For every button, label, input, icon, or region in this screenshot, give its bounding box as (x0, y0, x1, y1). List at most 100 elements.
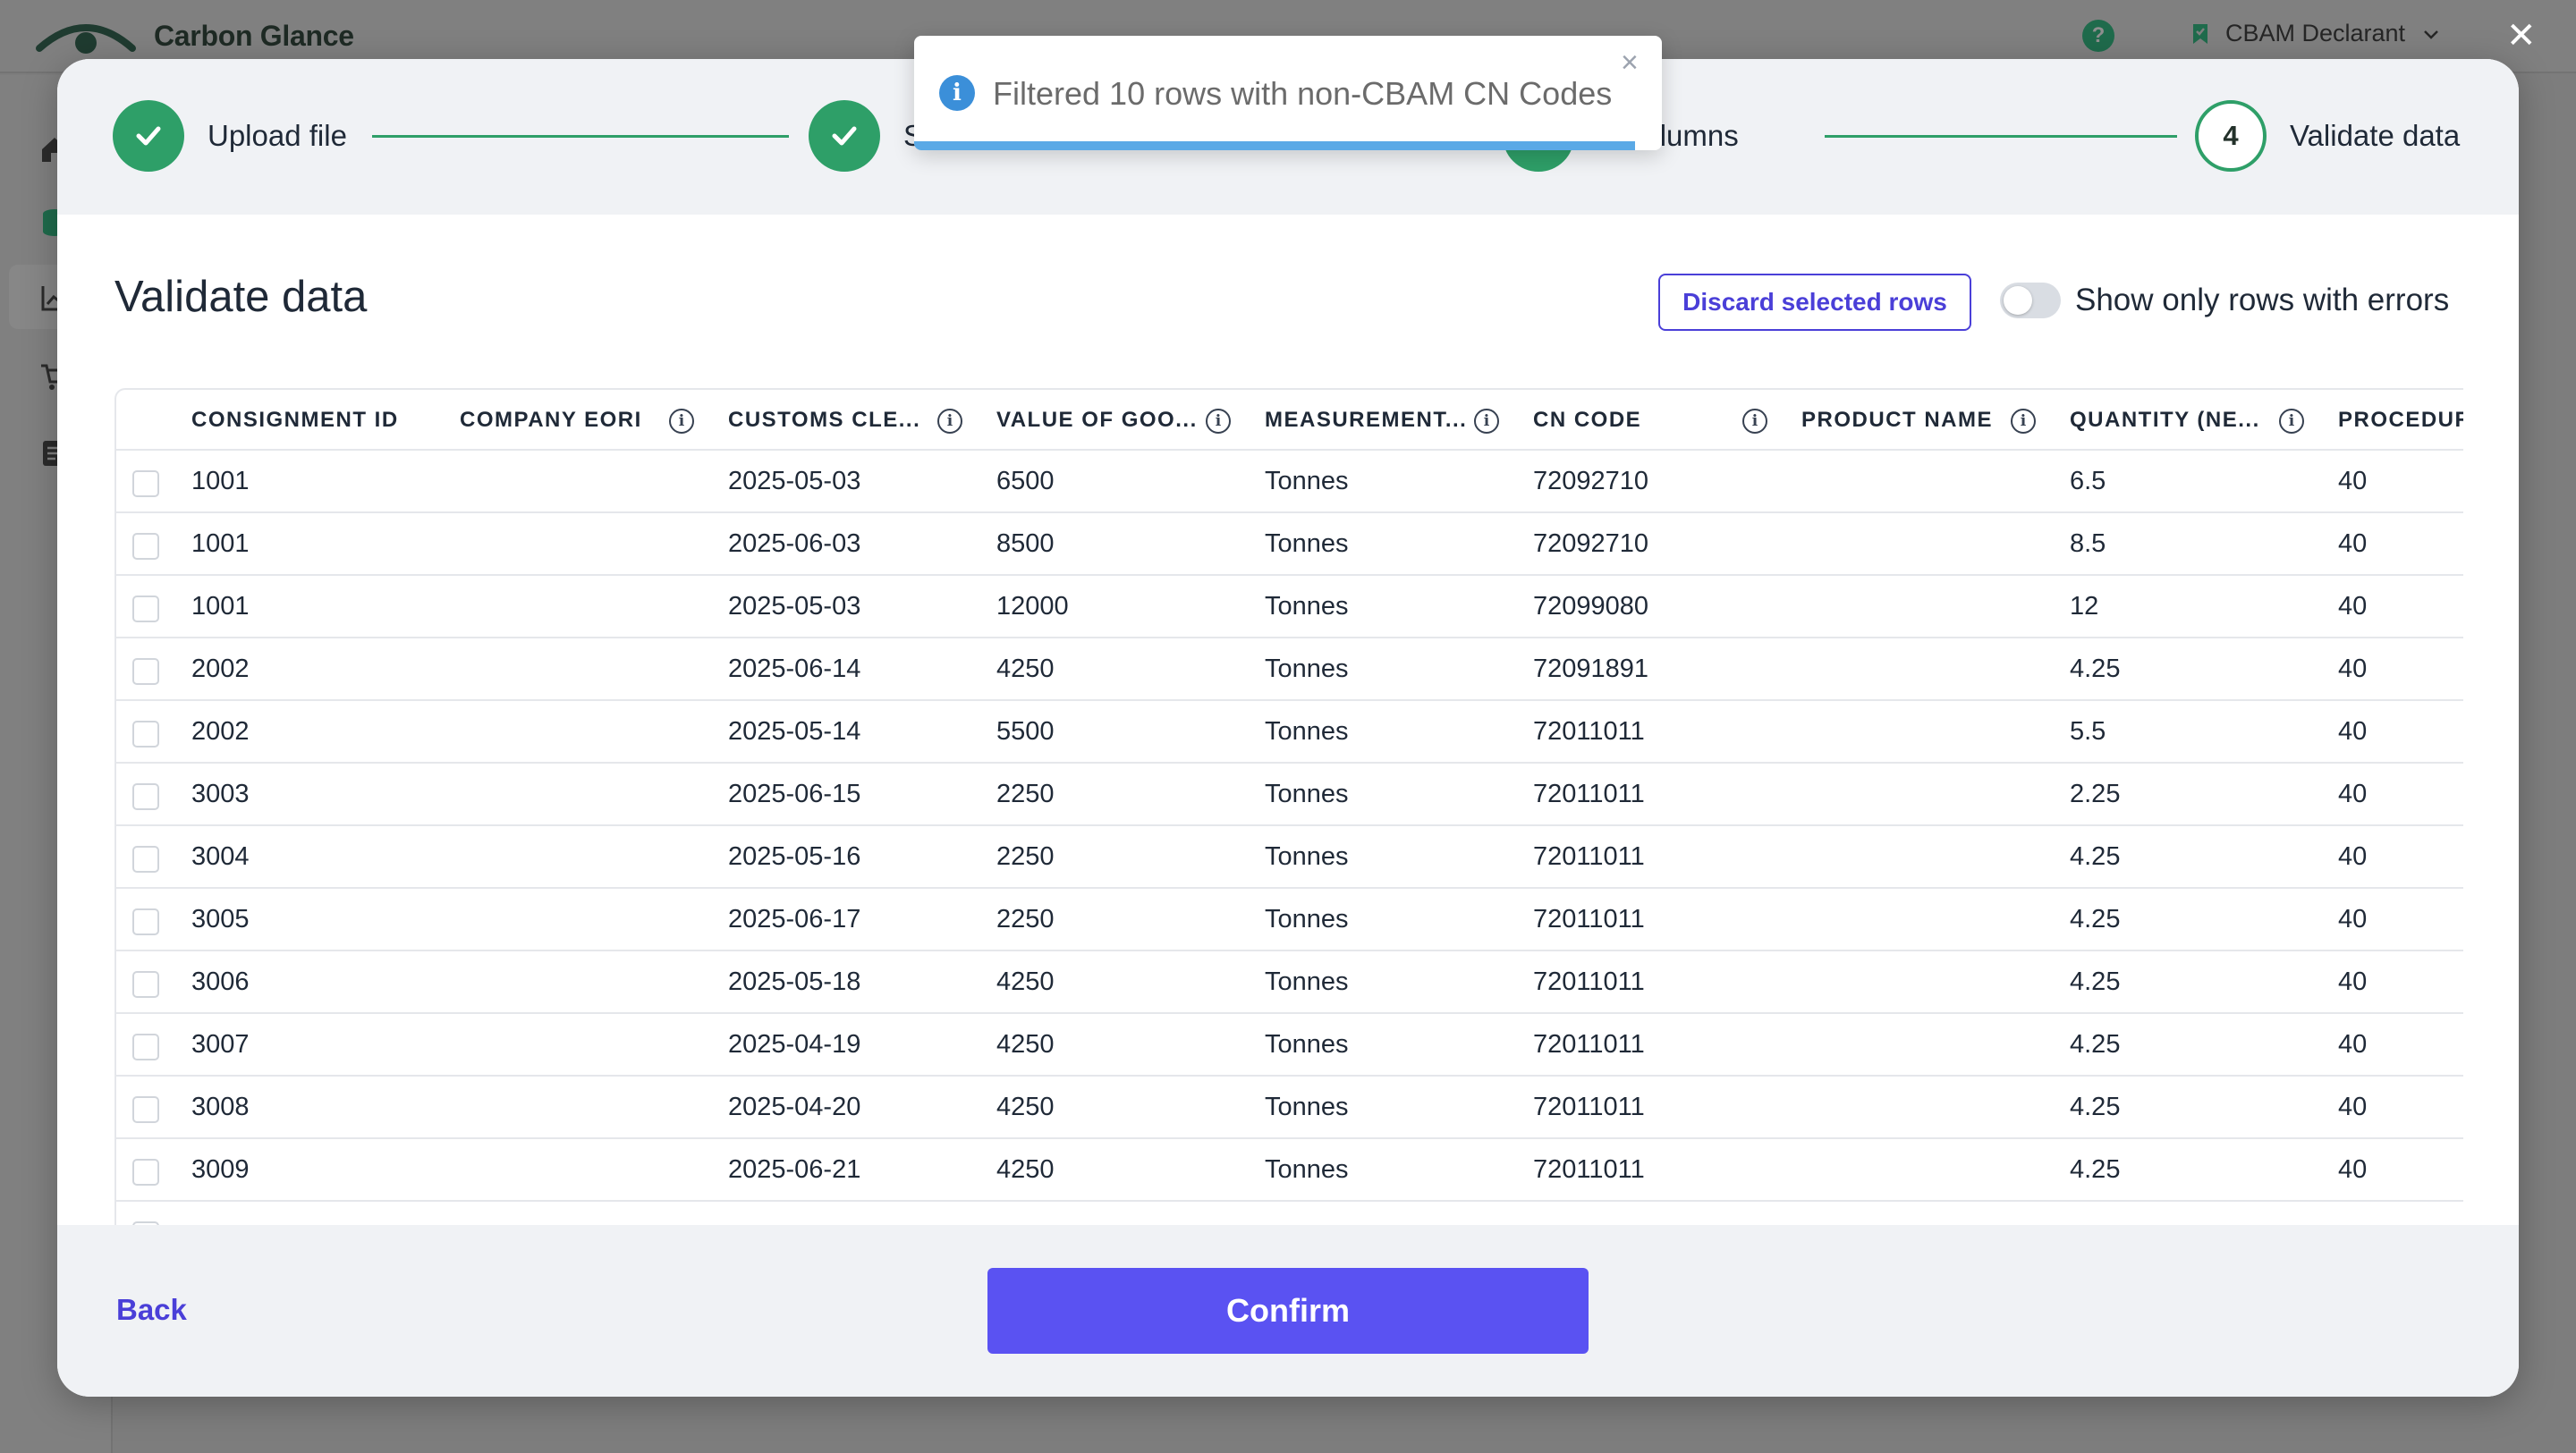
column-header-customs-clearance[interactable]: CUSTOMS CLE... (728, 390, 920, 451)
cell-quantity: 4.25 (2070, 967, 2121, 996)
cell-customs-clearance: 2025-06-17 (728, 904, 861, 933)
eye-logo-icon (36, 24, 136, 54)
info-icon[interactable]: i (669, 409, 694, 434)
column-header-measurement[interactable]: MEASUREMENT... (1265, 390, 1467, 451)
table-row: 3008 2025-04-20 4250 Tonnes 72011011 4.25 40 (116, 1077, 2463, 1139)
row-checkbox[interactable] (132, 470, 159, 497)
cell-consignment-id: 1001 (191, 466, 250, 495)
column-header-product-name[interactable]: PRODUCT NAME (1801, 390, 1993, 451)
close-icon[interactable]: ✕ (2506, 16, 2537, 55)
column-header-quantity[interactable]: QUANTITY (NE... (2070, 390, 2260, 451)
cell-value-of-goods: 5500 (996, 716, 1055, 746)
table-row: 2002 2025-05-14 5500 Tonnes 72011011 5.5 40 (116, 701, 2463, 764)
role-label: CBAM Declarant (2225, 20, 2406, 46)
row-checkbox[interactable] (132, 596, 159, 622)
role-selector[interactable]: CBAM Declarant (2191, 20, 2441, 47)
back-link[interactable]: Back (116, 1293, 187, 1327)
table-row: 3005 2025-06-17 2250 Tonnes 72011011 4.25 40 (116, 889, 2463, 951)
cell-value-of-goods: 4250 (996, 1029, 1055, 1059)
row-checkbox[interactable] (132, 846, 159, 873)
step-connector (1825, 135, 2177, 138)
row-checkbox[interactable] (132, 721, 159, 748)
cell-cn-code: 72011011 (1533, 779, 1645, 808)
cell-cn-code: 72011011 (1533, 1154, 1645, 1184)
cell-procedure: 40 (2338, 841, 2368, 871)
column-header-cn-code[interactable]: CN CODE (1533, 390, 1641, 451)
column-header-consignment-id[interactable]: CONSIGNMENT ID (191, 390, 399, 451)
cell-customs-clearance: 2025-04-20 (728, 1092, 861, 1121)
step-label: Upload file (208, 119, 347, 152)
row-checkbox[interactable] (132, 1034, 159, 1060)
table-row: 1001 2025-05-03 6500 Tonnes 72092710 6.5 40 (116, 451, 2463, 513)
cell-quantity: 12 (2070, 591, 2099, 621)
cell-procedure: 40 (2338, 528, 2368, 558)
cell-procedure: 40 (2338, 1154, 2368, 1184)
discard-selected-rows-button[interactable]: Discard selected rows (1658, 274, 1971, 331)
cell-measurement: Tonnes (1265, 904, 1349, 933)
brand[interactable]: Carbon Glance (36, 13, 354, 59)
table-header-row: CONSIGNMENT ID COMPANY EORI i CUSTOMS CLE..… (116, 390, 2463, 451)
table-row: 3007 2025-04-19 4250 Tonnes 72011011 4.25 40 (116, 1014, 2463, 1077)
confirm-button[interactable]: Confirm (987, 1268, 1589, 1354)
row-checkbox[interactable] (132, 971, 159, 998)
cell-value-of-goods: 6500 (996, 466, 1055, 495)
row-checkbox[interactable] (132, 658, 159, 685)
info-icon[interactable]: i (2011, 409, 2036, 434)
cell-consignment-id: 3004 (191, 841, 250, 871)
cell-procedure: 40 (2338, 1092, 2368, 1121)
checkmark-icon (832, 126, 857, 146)
info-icon[interactable]: i (2279, 409, 2304, 434)
cell-cn-code: 72011011 (1533, 904, 1645, 933)
table-row: 1001 2025-05-03 12000 Tonnes 72099080 12 40 (116, 576, 2463, 638)
toast-close-icon[interactable]: × (1621, 46, 1639, 79)
step-complete-badge (113, 100, 184, 172)
cell-customs-clearance: 2025-05-03 (728, 466, 861, 495)
cell-procedure: 40 (2338, 904, 2368, 933)
cell-measurement: Tonnes (1265, 967, 1349, 996)
info-icon[interactable]: i (1474, 409, 1499, 434)
cell-measurement: Tonnes (1265, 779, 1349, 808)
row-checkbox[interactable] (132, 1159, 159, 1186)
row-checkbox[interactable] (132, 533, 159, 560)
cell-value-of-goods: 4250 (996, 1154, 1055, 1184)
cell-customs-clearance: 2025-06-15 (728, 779, 861, 808)
cell-value-of-goods: 2250 (996, 779, 1055, 808)
column-header-company-eori[interactable]: COMPANY EORI (460, 390, 642, 451)
cell-quantity: 5.5 (2070, 716, 2106, 746)
validation-table: CONSIGNMENT ID COMPANY EORI i CUSTOMS CLE..… (114, 388, 2463, 1284)
table-row: 3003 2025-06-15 2250 Tonnes 72011011 2.25 40 (116, 764, 2463, 826)
cell-measurement: Tonnes (1265, 1029, 1349, 1059)
cell-procedure: 40 (2338, 779, 2368, 808)
errors-only-toggle[interactable] (2000, 283, 2061, 318)
cell-customs-clearance: 2025-05-18 (728, 967, 861, 996)
cell-procedure: 40 (2338, 1029, 2368, 1059)
cell-consignment-id: 3007 (191, 1029, 250, 1059)
modal-footer: Back Confirm (57, 1225, 2519, 1397)
column-header-value-of-goods[interactable]: VALUE OF GOO... (996, 390, 1198, 451)
import-modal: Upload file S h Columns 4 Validate data … (57, 59, 2519, 1397)
table-row: 3004 2025-05-16 2250 Tonnes 72011011 4.25 40 (116, 826, 2463, 889)
table-row: 1001 2025-06-03 8500 Tonnes 72092710 8.5 40 (116, 513, 2463, 576)
cell-cn-code: 72011011 (1533, 1092, 1645, 1121)
cell-customs-clearance: 2025-04-19 (728, 1029, 861, 1059)
cell-cn-code: 72092710 (1533, 528, 1649, 558)
row-checkbox[interactable] (132, 783, 159, 810)
cell-measurement: Tonnes (1265, 591, 1349, 621)
cell-measurement: Tonnes (1265, 528, 1349, 558)
info-icon[interactable]: i (1206, 409, 1231, 434)
cell-value-of-goods: 2250 (996, 841, 1055, 871)
cell-measurement: Tonnes (1265, 466, 1349, 495)
info-icon: i (939, 75, 975, 111)
cell-measurement: Tonnes (1265, 841, 1349, 871)
cell-value-of-goods: 4250 (996, 654, 1055, 683)
row-checkbox[interactable] (132, 1096, 159, 1123)
cell-measurement: Tonnes (1265, 654, 1349, 683)
help-icon[interactable]: ? (2082, 20, 2114, 52)
table-row: 3006 2025-05-18 4250 Tonnes 72011011 4.25 40 (116, 951, 2463, 1014)
cell-value-of-goods: 2250 (996, 904, 1055, 933)
column-header-procedure[interactable]: PROCEDUR (2338, 390, 2463, 451)
row-checkbox[interactable] (132, 908, 159, 935)
info-icon[interactable]: i (1742, 409, 1767, 434)
info-icon[interactable]: i (937, 409, 962, 434)
cell-customs-clearance: 2025-05-16 (728, 841, 861, 871)
